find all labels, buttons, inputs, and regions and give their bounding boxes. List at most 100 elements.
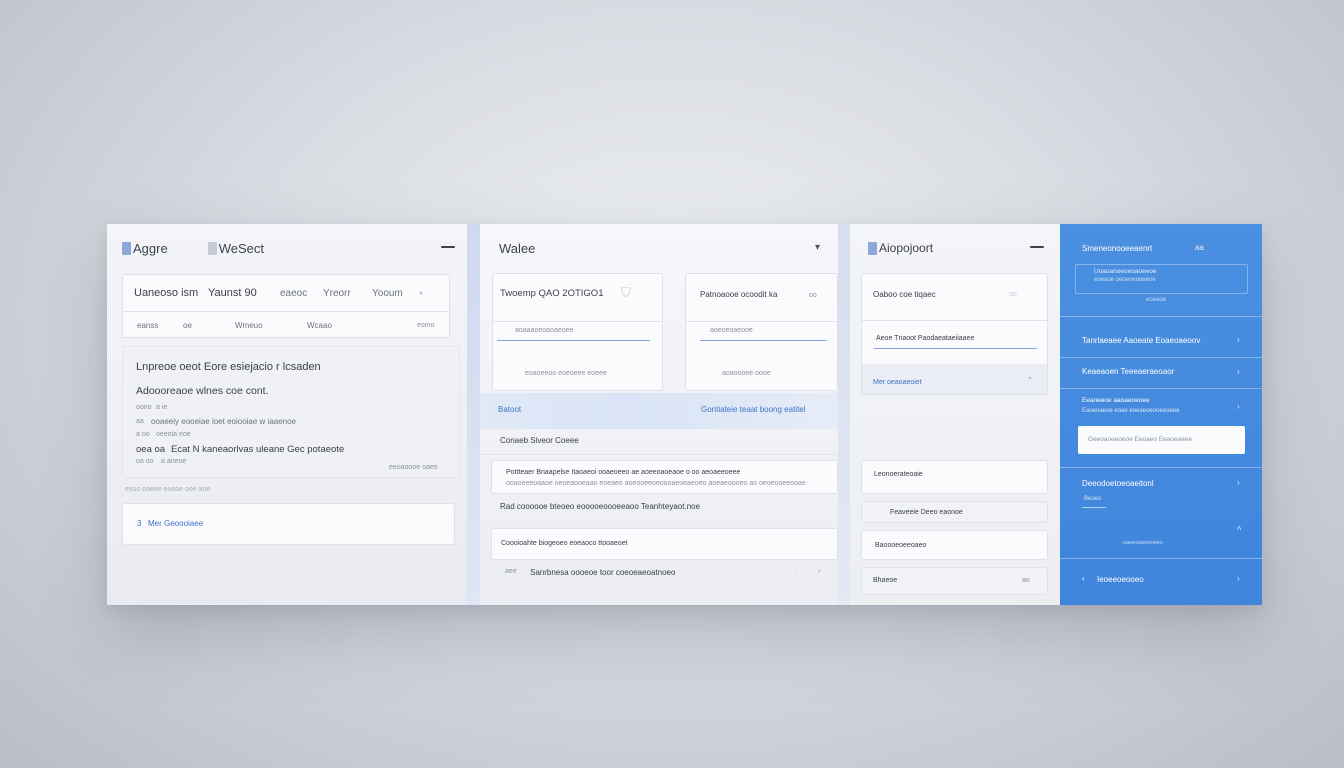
card2-foot: aoaoooee oooe [722, 370, 771, 377]
sidebar-item-2[interactable]: Keaeaoen Teeeaeraeoaor [1082, 367, 1174, 376]
chevron-up-icon[interactable]: ˄ [1237, 524, 1242, 533]
detail-line4-a: oea oa [136, 444, 166, 455]
detail-line5-a: oa oo [136, 458, 154, 465]
sidebar-item-4[interactable]: Deeodoetoeoaeitonl [1082, 479, 1154, 488]
list-item-4[interactable]: Bhaeoe ao [861, 567, 1048, 595]
summary-sub1: eanss [137, 321, 159, 330]
summary-card: Uaneoso ism Yaunst 90 eaeoc Yreorr Yooum… [122, 274, 450, 338]
list-item-2[interactable]: Feaveeie Deeo eaonoe [861, 501, 1048, 523]
info-icon[interactable]: ◔ [416, 286, 424, 301]
detail-line5-b: a aneoe [161, 458, 187, 465]
panel2-header: Walee [480, 224, 838, 272]
summary-col5: Yooum [372, 288, 403, 299]
panel3-icon [868, 241, 877, 255]
divider [1060, 388, 1262, 389]
details-meta: eeoaoooe oaeo [389, 464, 438, 471]
new-item-button[interactable]: 3 Mer Geoooiaee [122, 503, 455, 545]
divider [1060, 316, 1262, 317]
details-heading: Lnpreoe oeot Eore esiejacio r lcsaden [136, 361, 321, 373]
list-item-1[interactable]: Leonoerateoaie [861, 460, 1048, 494]
wallet-panel: Walee ▾ Twoemp QAO 2OTIGO1 ⛉ aoaaaoeoaoa… [480, 224, 838, 605]
sidebar-item-1[interactable]: Tanrlaeaee Aaoeate Eoaeoaeoov [1082, 336, 1200, 345]
list-row-2[interactable]: Rad coooooe bteoeo eooooeoooeeaoo Teanht… [500, 502, 700, 511]
action-right[interactable]: Gontiateie teaat boong eatitel [701, 405, 806, 414]
minimize-icon[interactable] [1030, 246, 1044, 248]
panel-divider-2[interactable] [838, 224, 850, 605]
app-window: Aggre WeSect Uaneoso ism Yaunst 90 eaeoc… [107, 224, 1262, 605]
sidebar-input-text: Geeoaoeeoeoe Eeoaeo Eeaoeaeee [1088, 436, 1193, 443]
sidebar-title: Smeneonooeeaenrt [1082, 244, 1153, 253]
summary-col2: Yaunst 90 [208, 287, 257, 299]
list-item-2-text: Feaveeie Deeo eaonoe [890, 509, 963, 516]
overview-panel: Aggre WeSect Uaneoso ism Yaunst 90 eaeoc… [107, 224, 467, 605]
list-row-3-text: Coooioahte biogeoeo eoeaoco ttooaeoet [501, 540, 628, 547]
divider [862, 320, 1047, 321]
sidebar-input[interactable]: Geeoaoeeoeoe Eeoaeo Eeaoeaeee [1078, 426, 1245, 454]
panel1-header: Aggre WeSect [107, 224, 467, 272]
list-row-1[interactable]: Pottteaer Bnaapelse Itaoaeoi ooaeoeeo ae… [491, 460, 838, 494]
sidebar-summary-box: Uoaoanoeoeoaoeeoe eoeaoe oeoeoeooeeoe eo… [1075, 264, 1248, 303]
chevron-right-icon[interactable]: › [1237, 402, 1240, 411]
tab1-icon [122, 241, 131, 255]
details-card: Lnpreoe oeot Eore esiejacio r lcsaden Ad… [122, 346, 460, 478]
panel-divider[interactable] [467, 224, 480, 605]
panel3-title: Aiopojoort [879, 241, 934, 255]
detail-line4-b: Ecat N kaneaorlvas uleane Gec potaeote [171, 444, 345, 455]
divider [493, 321, 662, 322]
chevron-right-icon[interactable]: › [1237, 574, 1240, 583]
divider [1060, 357, 1262, 358]
minimize-icon[interactable] [441, 246, 455, 248]
detail-line1-b: a ie [156, 404, 168, 411]
box-line2: eoeaoe oeoeoeooeeoe [1094, 277, 1156, 283]
chevron-right-icon[interactable]: › [818, 568, 820, 575]
list-item-4-text: Bhaeoe [873, 577, 898, 584]
card1-title: Twoemp QAO 2OTIGO1 [500, 288, 604, 299]
list-row-1-line-b: ooaoeeeoaaoe oeoeaooeaao eoeaeo aoeooeeo… [506, 480, 806, 487]
sidebar-title-icon[interactable]: aa [1195, 243, 1204, 252]
details-subheading: Adoooreaoe wlnes coe cont. [136, 385, 269, 397]
list-item-3-text: Baoooeoeeoaeo [875, 542, 927, 549]
button-icon: 3 [137, 519, 142, 528]
tab-wesect[interactable]: WeSect [219, 241, 264, 256]
list-row-1-line-a: Pottteaer Bnaapelse Itaoaeoi ooaeoeeo ae… [506, 469, 741, 476]
list-row-4[interactable]: Sanrbnesa oooeoe toor coeoeaeoatnoeo [530, 568, 675, 577]
summary-sub4: Wcaao [307, 321, 332, 330]
sidebar-item-5-sub: oaoeoaeoeoeeo [1123, 540, 1163, 546]
list-item-1-text: Leonoerateoaie [874, 471, 923, 478]
divider [480, 454, 838, 455]
divider [1060, 558, 1262, 559]
detail-line2-b: ooaeeiy eooeiae ioet eoiooiae w iaaenoe [151, 417, 297, 426]
card2-underline [700, 340, 827, 341]
chevron-left-icon[interactable]: ‹ [1082, 574, 1085, 583]
import-field[interactable]: Aeoe Tnaoot Paodaeataeiiaaee [876, 335, 974, 342]
footnote: esoo oaeoe eaaoe ooe aoe [125, 486, 211, 493]
chevron-right-icon[interactable]: › [1237, 335, 1240, 344]
import-card-icon: oo [1009, 291, 1017, 298]
action-left[interactable]: Batoot [498, 405, 521, 414]
sidebar-footer[interactable]: Ieoeeoeooeo [1097, 575, 1144, 584]
summary-col4: Yreorr [323, 288, 351, 299]
row-4-dots: · [794, 568, 797, 575]
card1-underline [497, 340, 650, 341]
tab2-icon [207, 241, 217, 255]
chevron-right-icon[interactable]: › [1237, 367, 1240, 376]
import-row[interactable]: Mer oeaoaeoiet ⌃ [862, 364, 1047, 394]
import-panel: Aiopojoort Oaboo coe tiqaec oo Aeoe Tnao… [850, 224, 1060, 605]
list-row-3[interactable]: Coooioahte biogeoeo eoeaoco ttooaeoet [491, 528, 838, 560]
chevron-down-icon[interactable]: ▾ [815, 242, 820, 253]
card-transfer[interactable]: Twoemp QAO 2OTIGO1 ⛉ aoaaaoeoaoaeoee eoa… [492, 273, 663, 391]
card-payment[interactable]: Patnoaooe ocoodit ka oo aoeoeoaeooe aoao… [685, 273, 838, 391]
field-underline [874, 348, 1037, 349]
chevron-right-icon[interactable]: › [1237, 478, 1240, 487]
action-bar: Batoot Gontiateie teaat boong eatitel [480, 393, 838, 429]
sidebar-item-3-a[interactable]: Eeaneeoe aaoaeoeoee [1082, 397, 1150, 404]
import-card-title: Oaboo coe tiqaec [873, 290, 936, 299]
sidebar-item-4-sub: Beoeo [1084, 496, 1102, 502]
card1-foot: eoaoeeoo eoeoeee eoeee [525, 370, 607, 377]
list-item-3[interactable]: Baoooeoeeoaeo [861, 530, 1048, 560]
section-title: Conaeb Siveor Coeee [500, 436, 579, 445]
summary-col3: eaeoc [280, 288, 308, 299]
settings-sidebar: Smeneonooeeaenrt aa Uoaoanoeoeoaoeeoe eo… [1060, 224, 1262, 605]
tab-aggre[interactable]: Aggre [133, 241, 168, 256]
shield-icon: ⛉ [621, 285, 631, 300]
